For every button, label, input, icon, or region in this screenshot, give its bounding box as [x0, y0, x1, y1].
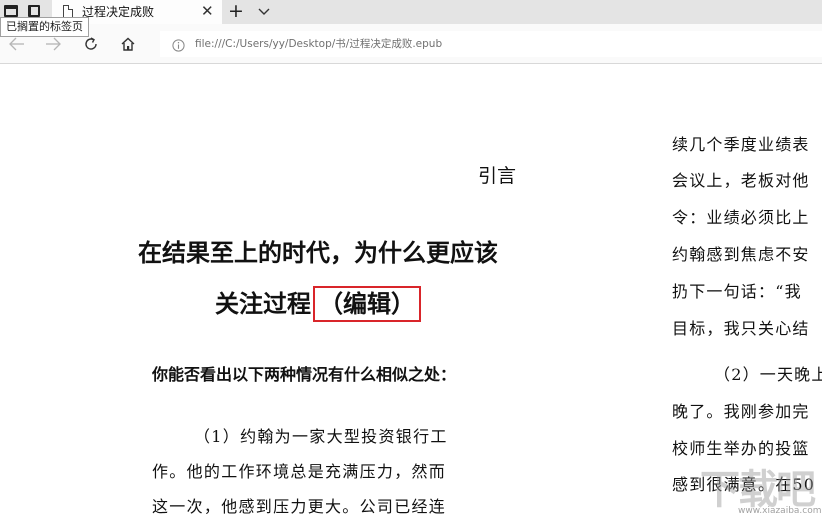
navigation-bar: file:///C:/Users/yy/Desktop/书/过程决定成败.epu… [0, 24, 822, 64]
tab-close-icon[interactable]: ✕ [201, 2, 214, 20]
paragraph-line: （2）一天晚上 [714, 365, 822, 384]
highlight-box: （编辑） [313, 286, 421, 322]
chapter-title-line-2: 关注过程 （编辑） [0, 284, 636, 322]
epub-reader: 引言 在结果至上的时代，为什么更应该 关注过程 （编辑） 你能否看出以下两种情况有… [0, 65, 822, 518]
tooltip: 已搁置的标签页 [0, 17, 89, 37]
chapter-title-line-1: 在结果至上的时代，为什么更应该 [138, 239, 498, 267]
paragraph-line: 校师生举办的投篮 [672, 439, 810, 458]
paragraph-line: 约翰感到焦虑不安 [672, 245, 810, 264]
chevron-down-icon[interactable] [257, 4, 271, 18]
question-text: 你能否看出以下两种情况有什么相似之处： [152, 365, 457, 384]
home-button[interactable] [117, 33, 139, 55]
refresh-icon [85, 37, 97, 50]
url-text[interactable]: file:///C:/Users/yy/Desktop/书/过程决定成败.epu… [195, 36, 442, 51]
info-icon[interactable] [172, 37, 185, 52]
new-tab-button[interactable]: + [228, 0, 244, 22]
set-aside-tabs-icon[interactable] [4, 5, 18, 17]
paragraph-line: 续几个季度业绩表 [672, 135, 810, 154]
chapter-title-text: 关注过程 [215, 290, 311, 318]
address-bar[interactable]: file:///C:/Users/yy/Desktop/书/过程决定成败.epu… [160, 31, 822, 57]
tab-title: 过程决定成败 [82, 5, 155, 19]
home-icon [121, 37, 135, 51]
watermark-logo: 下载吧 www.xiazaiba.com [700, 457, 822, 518]
arrow-right-icon [46, 37, 61, 51]
paragraph-line: 会议上，老板对他 [672, 171, 810, 190]
arrow-left-icon [9, 37, 24, 51]
tab-bar: 过程决定成败 ✕ + [0, 0, 822, 24]
chapter-label: 引言 [478, 165, 517, 187]
watermark-url: www.xiazaiba.com [738, 506, 822, 516]
paragraph-line: 目标，我只关心结 [672, 319, 810, 338]
paragraph-line: （1）约翰为一家大型投资银行工 [194, 427, 448, 446]
paragraph-line: 这一次，他感到压力更大。公司已经连 [152, 497, 447, 516]
paragraph-line: 扔下一句话：“我 [672, 282, 802, 301]
paragraph-line: 作。他的工作环境总是充满压力，然而 [152, 462, 447, 481]
tab-preview-icon[interactable] [28, 5, 40, 17]
paragraph-line: 令：业绩必须比上 [672, 208, 810, 227]
paragraph-line: 晚了。我刚参加完 [672, 402, 810, 421]
